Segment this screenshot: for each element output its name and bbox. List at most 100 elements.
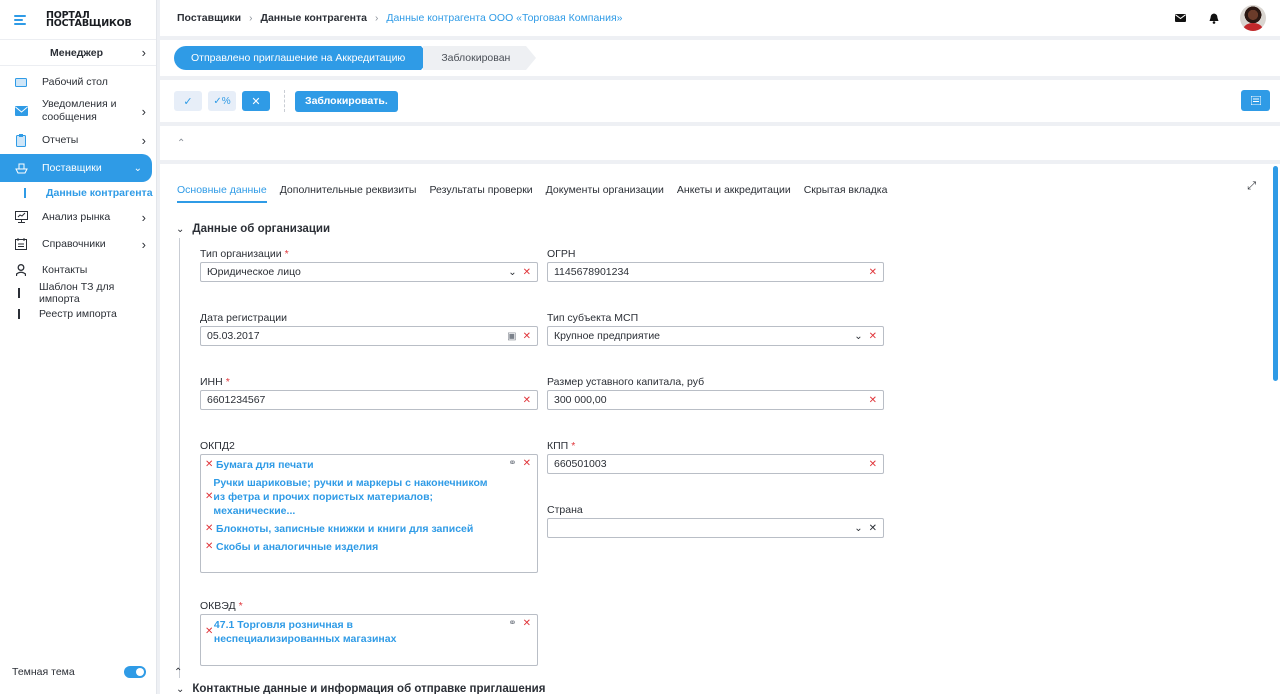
inn-input[interactable]: 6601234567 ✕ xyxy=(200,390,538,410)
mail-icon[interactable] xyxy=(1172,10,1188,26)
section-header-contacts[interactable]: ⌄ Контактные данные и информация об отпр… xyxy=(176,683,545,694)
okpd2-chip-label: Бумага для печати xyxy=(216,459,314,471)
sidebar-subitem-counterparty[interactable]: Данные контрагента xyxy=(0,182,156,204)
reject-button[interactable]: ✕ xyxy=(242,91,270,111)
block-button[interactable]: Заблокировать. xyxy=(295,90,398,112)
remove-icon[interactable]: ✕ xyxy=(205,540,216,554)
role-label: Менеджер xyxy=(50,46,103,59)
okpd2-multiselect[interactable]: ⚭ ✕ ✕ Бумага для печати ✕ Ручки шариковые; … xyxy=(200,454,538,573)
link-icon[interactable]: ⚭ xyxy=(508,458,516,469)
clear-icon[interactable]: ✕ xyxy=(523,267,531,278)
kpp-input[interactable]: 660501003 ✕ xyxy=(547,454,884,474)
okved-label: ОКВЭД xyxy=(200,600,236,612)
remove-icon[interactable]: ✕ xyxy=(205,522,216,536)
okved-chip-label: 47.1 Торговля розничная в неспециализиро… xyxy=(213,619,397,645)
menu-list-button[interactable] xyxy=(1241,90,1270,111)
sidebar-item-market-analysis[interactable]: Анализ рынка › xyxy=(0,204,156,230)
logo-row: ПОРТАЛ ПОСТАВЩИКОВ xyxy=(0,0,156,40)
chevron-down-icon[interactable]: ⌄ xyxy=(854,331,862,342)
check-percent-icon: ✓% xyxy=(213,95,231,107)
tab-org-documents[interactable]: Документы организации xyxy=(546,184,664,203)
clear-icon[interactable]: ✕ xyxy=(869,459,877,470)
okpd2-chip-label: Ручки шариковые; ручки и маркеры с након… xyxy=(213,477,488,517)
msp-type-select[interactable]: Крупное предприятие ⌄ ✕ xyxy=(547,326,884,346)
clear-icon[interactable]: ✕ xyxy=(869,523,877,534)
sidebar-item-suppliers[interactable]: Поставщики ⌄ xyxy=(0,154,152,182)
reg-date-input[interactable]: 05.03.2017 ▣ ✕ xyxy=(200,326,538,346)
okpd2-label: ОКПД2 xyxy=(200,440,235,452)
clear-icon[interactable]: ✕ xyxy=(869,395,877,406)
ogrn-input[interactable]: 1145678901234 ✕ xyxy=(547,262,884,282)
chevron-up-icon[interactable]: ⌃ xyxy=(174,667,182,678)
reg-date-label: Дата регистрации xyxy=(200,312,288,324)
sidebar-item-label: Шаблон ТЗ для импорта xyxy=(38,280,115,305)
chevron-down-icon[interactable]: ⌄ xyxy=(508,267,516,278)
tab-main-data[interactable]: Основные данные xyxy=(177,184,267,203)
remove-icon[interactable]: ✕ xyxy=(205,625,214,639)
capital-input[interactable]: 300 000,00 ✕ xyxy=(547,390,884,410)
desktop-icon xyxy=(14,75,28,89)
logo[interactable]: ПОРТАЛ ПОСТАВЩИКОВ xyxy=(46,10,132,28)
breadcrumb-suppliers[interactable]: Поставщики xyxy=(177,12,241,24)
check-icon: ✓ xyxy=(183,95,193,108)
bell-icon[interactable] xyxy=(1206,10,1222,26)
dark-theme-toggle[interactable] xyxy=(124,666,146,678)
okved-multiselect[interactable]: ⚭ ✕ ✕ 47.1 Торговля розничная в неспециали… xyxy=(200,614,538,666)
expand-icon[interactable]: ⤢ xyxy=(1247,180,1256,193)
breadcrumb-separator-icon: › xyxy=(249,12,253,24)
kpp-label: КПП xyxy=(547,440,569,452)
section-line xyxy=(179,238,180,678)
org-type-select[interactable]: Юридическое лицо ⌄ ✕ xyxy=(200,262,538,282)
partial-approve-button[interactable]: ✓% xyxy=(208,91,236,111)
sidebar-item-desktop[interactable]: Рабочий стол xyxy=(0,70,156,94)
country-field: Страна ⌄ ✕ xyxy=(547,504,884,538)
clear-icon[interactable]: ✕ xyxy=(523,458,531,469)
tab-hidden[interactable]: Скрытая вкладка xyxy=(804,184,888,203)
sidebar-item-label: Контакты xyxy=(42,263,88,276)
header: Поставщики › Данные контрагента › Данные… xyxy=(160,0,1280,36)
calendar-icon[interactable]: ▣ xyxy=(507,331,516,342)
sidebar-nav: Рабочий стол Уведомления и сообщения › О… xyxy=(0,66,156,324)
sidebar-item-directories[interactable]: Справочники › xyxy=(0,230,156,258)
counterparty-card: Основные данные Дополнительные реквизиты… xyxy=(160,164,1280,694)
clear-icon[interactable]: ✕ xyxy=(869,267,877,278)
clear-icon[interactable]: ✕ xyxy=(523,618,531,629)
tab-additional-details[interactable]: Дополнительные реквизиты xyxy=(280,184,417,203)
person-icon xyxy=(14,263,28,277)
chevron-down-icon: ⌄ xyxy=(176,223,185,235)
remove-icon[interactable]: ✕ xyxy=(205,490,213,504)
tab-check-results[interactable]: Результаты проверки xyxy=(429,184,532,203)
capital-field: Размер уставного капитала, руб 300 000,0… xyxy=(547,376,884,410)
sidebar: ПОРТАЛ ПОСТАВЩИКОВ Менеджер › Рабочий ст… xyxy=(0,0,157,694)
sidebar-item-reports[interactable]: Отчеты › xyxy=(0,128,156,152)
sidebar-item-tz-template[interactable]: Шаблон ТЗ для импорта xyxy=(0,280,156,305)
clear-icon[interactable]: ✕ xyxy=(523,395,531,406)
inn-field: ИНН * 6601234567 ✕ xyxy=(200,376,538,410)
chevron-down-icon[interactable]: ⌄ xyxy=(854,523,862,534)
section-header[interactable]: ⌄ Данные об организации xyxy=(176,223,330,235)
country-select[interactable]: ⌄ ✕ xyxy=(547,518,884,538)
chevron-up-icon[interactable]: ⌃ xyxy=(177,138,185,149)
okpd2-field: ОКПД2 ⚭ ✕ ✕ Бумага для печати ✕ Ручки шарик… xyxy=(200,440,538,573)
role-selector[interactable]: Менеджер › xyxy=(0,40,156,66)
clipboard-icon xyxy=(14,133,28,147)
clear-icon[interactable]: ✕ xyxy=(869,331,877,342)
header-actions xyxy=(1154,5,1266,31)
reg-date-field: Дата регистрации 05.03.2017 ▣ ✕ xyxy=(200,312,538,346)
toolbar-divider xyxy=(284,90,285,112)
scrollbar[interactable] xyxy=(1273,166,1278,381)
tab-questionnaires[interactable]: Анкеты и аккредитации xyxy=(677,184,791,203)
menu-icon[interactable] xyxy=(14,14,26,25)
reg-date-value: 05.03.2017 xyxy=(207,330,260,342)
clear-icon[interactable]: ✕ xyxy=(523,331,531,342)
approve-button[interactable]: ✓ xyxy=(174,91,202,111)
chevron-right-icon: › xyxy=(141,209,146,225)
link-icon[interactable]: ⚭ xyxy=(508,618,516,629)
sidebar-item-import-registry[interactable]: Реестр импорта xyxy=(0,303,156,324)
avatar[interactable] xyxy=(1240,5,1266,31)
breadcrumb-counterparty-data[interactable]: Данные контрагента xyxy=(260,12,367,24)
chevron-right-icon: › xyxy=(141,45,146,60)
sidebar-item-notifications[interactable]: Уведомления и сообщения › xyxy=(0,94,156,128)
sidebar-item-contacts[interactable]: Контакты xyxy=(0,258,156,282)
remove-icon[interactable]: ✕ xyxy=(205,458,216,472)
